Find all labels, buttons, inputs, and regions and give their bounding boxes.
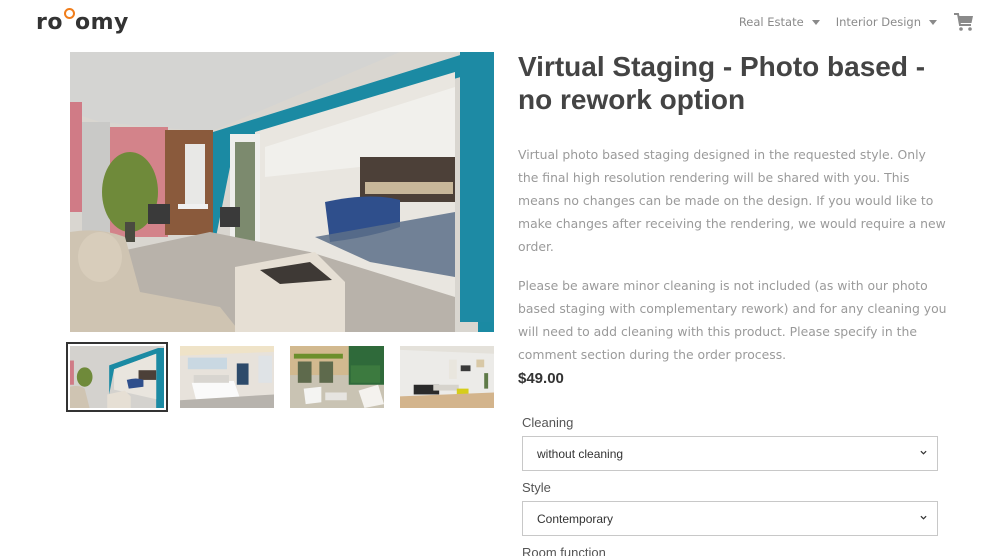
nav-interior-design[interactable]: Interior Design (836, 15, 937, 29)
logo-accent-circle (63, 7, 75, 29)
thumbnail-3[interactable] (286, 342, 388, 412)
room-function-label: Room function (522, 545, 606, 556)
site-header: ro omy Real Estate Interior Design (0, 0, 1003, 46)
roomy-logo[interactable]: ro omy (36, 7, 129, 35)
nav-interior-design-label: Interior Design (835, 15, 921, 29)
thumbnail-image (290, 346, 384, 408)
product-title: Virtual Staging - Photo based - no rewor… (518, 51, 926, 115)
nav-real-estate-label: Real Estate (738, 15, 804, 29)
style-select-value: Contemporary (537, 511, 614, 526)
product-price: $49.00 (518, 370, 564, 387)
product-description: Virtual photo based staging designed in … (518, 143, 948, 366)
style-select[interactable]: Contemporary (522, 501, 938, 536)
nav-real-estate[interactable]: Real Estate (739, 15, 820, 29)
main-nav: Real Estate Interior Design (739, 12, 1003, 32)
cleaning-select-value: without cleaning (537, 446, 624, 461)
caret-down-icon (811, 19, 820, 25)
cleaning-select[interactable]: without cleaning (522, 436, 938, 471)
thumbnail-image (70, 346, 164, 408)
shopping-cart-icon[interactable] (953, 12, 975, 32)
thumbnail-image (180, 346, 274, 408)
logo-text-end: omy (74, 10, 129, 35)
main-product-image[interactable] (70, 52, 494, 332)
cleaning-label: Cleaning (522, 415, 574, 430)
chevron-down-icon (920, 450, 927, 455)
caret-down-icon (929, 19, 937, 25)
thumbnail-2[interactable] (176, 342, 278, 412)
thumbnail-image (400, 346, 494, 408)
product-info: Virtual Staging - Photo based - no rewor… (518, 50, 948, 366)
description-paragraph-2: Please be aware minor cleaning is not in… (518, 278, 947, 362)
thumbnail-4[interactable] (396, 342, 498, 412)
thumbnail-strip (66, 342, 506, 412)
chevron-down-icon (920, 515, 927, 520)
thumbnail-1[interactable] (66, 342, 168, 412)
logo-text-start: ro (36, 10, 63, 35)
description-paragraph-1: Virtual photo based staging designed in … (518, 147, 946, 254)
style-label: Style (522, 480, 551, 495)
